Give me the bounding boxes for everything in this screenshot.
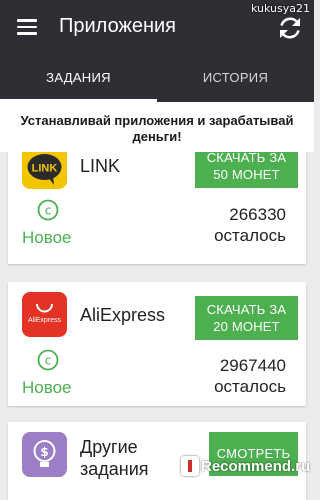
irecommend-watermark: Recommend.ru — [181, 452, 310, 480]
page-title: Приложения — [59, 15, 177, 37]
cta-line-2: 50 МОНЕТ — [213, 167, 280, 182]
svg-text:LINK: LINK — [32, 163, 58, 175]
offer-card-link[interactable]: LINK LINK СКАЧАТЬ ЗА 50 МОНЕТ c Новое 26… — [8, 152, 306, 264]
tab-tasks-label: ЗАДАНИЯ — [46, 70, 111, 85]
cta-line-2: 20 МОНЕТ — [213, 319, 280, 334]
svg-text:c: c — [45, 354, 52, 368]
app-name-line-1: Другие — [80, 437, 138, 457]
username-watermark: kukusya21 — [251, 2, 310, 15]
hamburger-menu-icon[interactable] — [17, 19, 37, 35]
app-name: LINK — [80, 156, 121, 176]
other-tasks-icon: $ — [22, 432, 67, 477]
remaining-count: 2967440 осталось — [166, 355, 286, 397]
status-new-label: Новое — [22, 228, 72, 247]
coin-icon: c — [37, 199, 59, 221]
svg-text:$: $ — [40, 445, 48, 459]
remaining-number: 2967440 — [219, 356, 286, 375]
tab-history-label: ИСТОРИЯ — [202, 70, 269, 85]
app-name-line-2: задания — [80, 459, 149, 479]
status-new-label: Новое — [22, 378, 72, 397]
promo-banner: Устанавливай приложения и зарабатывай де… — [0, 102, 314, 152]
irecommend-logo-icon — [181, 456, 199, 476]
coin-icon: c — [37, 349, 59, 371]
tab-bar: ЗАДАНИЯ ИСТОРИЯ — [0, 58, 314, 102]
offers-list[interactable]: LINK LINK СКАЧАТЬ ЗА 50 МОНЕТ c Новое 26… — [0, 152, 314, 500]
cta-line-1: СКАЧАТЬ ЗА — [206, 152, 287, 165]
cta-line-1: СКАЧАТЬ ЗА — [206, 302, 287, 317]
refresh-icon[interactable] — [276, 14, 304, 42]
remaining-number: 266330 — [229, 205, 286, 224]
watermark-text: Recommend.ru — [201, 457, 311, 475]
aliexpress-icon-text: AliExpress — [28, 317, 62, 324]
remaining-count: 266330 осталось — [166, 204, 286, 246]
download-button[interactable]: СКАЧАТЬ ЗА 20 МОНЕТ — [195, 296, 298, 340]
banner-line-1: Устанавливай приложения и зарабатывай — [20, 113, 294, 128]
banner-line-2: деньги! — [132, 129, 182, 144]
remaining-label: осталось — [214, 377, 286, 396]
line-app-icon: LINK — [22, 152, 67, 189]
svg-text:c: c — [45, 204, 52, 218]
tab-tasks[interactable]: ЗАДАНИЯ — [0, 58, 157, 102]
tab-history[interactable]: ИСТОРИЯ — [157, 58, 314, 102]
app-name: AliExpress — [80, 305, 166, 325]
download-button[interactable]: СКАЧАТЬ ЗА 50 МОНЕТ — [195, 152, 298, 188]
offer-card-aliexpress[interactable]: AliExpress AliExpress СКАЧАТЬ ЗА 20 МОНЕ… — [8, 282, 306, 406]
remaining-label: осталось — [214, 226, 286, 245]
app-name: Другие задания — [80, 436, 149, 480]
aliexpress-app-icon: AliExpress — [22, 292, 67, 337]
app-bar: Приложения kukusya21 — [0, 0, 314, 58]
